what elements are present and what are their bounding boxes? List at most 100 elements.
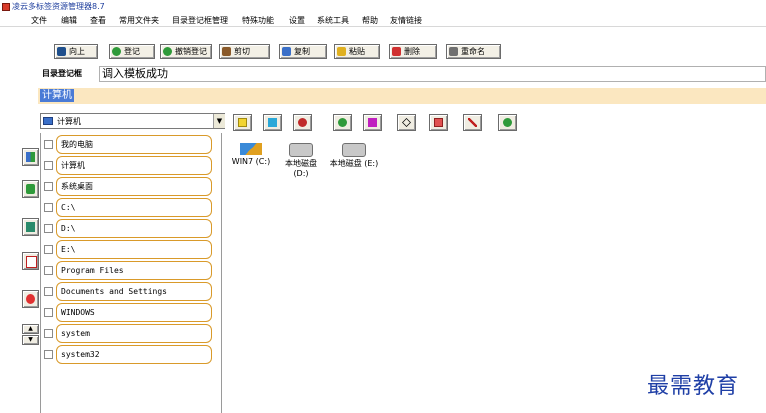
checkbox[interactable] [44,308,53,317]
watermark: 最需教育 [647,374,740,399]
menu-edit[interactable]: 编辑 [61,14,77,27]
checkbox[interactable] [44,140,53,149]
check-icon [338,118,347,127]
menu-bar: 文件 编辑 查看 常用文件夹 目录登记框管理 特殊功能 设置 系统工具 帮助 友… [0,14,766,27]
list-item-label[interactable]: system [56,324,212,343]
list-item[interactable]: WINDOWS [43,303,221,323]
checkbox[interactable] [44,224,53,233]
scissors-icon [222,47,231,56]
drive-item[interactable]: 本地磁盘 (D:) [279,143,323,179]
favorite-button[interactable] [293,114,312,131]
drive-label: 本地磁盘 (E:) [329,159,379,168]
red-stop-icon [26,294,35,304]
drive-item[interactable]: 本地磁盘 (E:) [326,143,382,169]
up-label: 向上 [69,47,85,56]
list-item-label[interactable]: D:\ [56,219,212,238]
diamond-icon [402,118,411,127]
check-button[interactable] [333,114,352,131]
list-item[interactable]: 计算机 [43,156,221,176]
list-item[interactable]: D:\ [43,219,221,239]
list-item[interactable]: system32 [43,345,221,365]
register-icon [112,47,121,56]
checkbox[interactable] [44,266,53,275]
list-item-label[interactable]: Documents and Settings [56,282,212,301]
diamond-button[interactable] [397,114,416,131]
list-item-label[interactable]: WINDOWS [56,303,212,322]
unregister-button[interactable]: 撤销登记 [160,44,212,59]
location-combo[interactable]: 计算机 ▼ [40,113,225,129]
delete-label: 删除 [404,47,420,56]
list-item-label[interactable]: C:\ [56,198,212,217]
list-item-label[interactable]: 计算机 [56,156,212,175]
pin-button[interactable] [22,218,39,236]
list-item-label[interactable]: E:\ [56,240,212,259]
paste-button[interactable]: 粘贴 [334,44,380,59]
menu-links[interactable]: 友情链接 [390,14,422,27]
list-item-label[interactable]: system32 [56,345,212,364]
list-item-label[interactable]: 我的电脑 [56,135,212,154]
chevron-down-icon[interactable]: ▼ [213,114,225,128]
drive-label: WIN7 (C:) [231,157,271,166]
cut-label: 剪切 [234,47,250,56]
checkbox[interactable] [44,350,53,359]
checkbox[interactable] [44,161,53,170]
menu-registry[interactable]: 目录登记框管理 [172,14,228,27]
down-icon: ▼ [28,336,33,343]
copy-button[interactable]: 复制 [279,44,327,59]
app-icon [2,3,10,11]
list-item[interactable]: 我的电脑 [43,135,221,155]
register-label: 登记 [124,47,140,56]
menu-view[interactable]: 查看 [90,14,106,27]
new-folder-button[interactable] [233,114,252,131]
checkbox[interactable] [44,203,53,212]
list-item[interactable]: C:\ [43,198,221,218]
stop-button[interactable] [363,114,382,131]
calendar-button[interactable] [22,252,39,270]
checkbox[interactable] [44,287,53,296]
list-item[interactable]: Program Files [43,261,221,281]
list-item[interactable]: system [43,324,221,344]
menu-favorites[interactable]: 常用文件夹 [119,14,159,27]
line-button[interactable] [463,114,482,131]
registry-band[interactable]: 计算机 [38,88,766,104]
checkbox[interactable] [44,329,53,338]
calendar-icon [26,256,37,268]
menu-settings[interactable]: 设置 [289,14,305,27]
scroll-up-button[interactable]: ▲ [22,324,39,334]
location-value: 计算机 [57,117,81,126]
refresh-button[interactable] [498,114,517,131]
delete-button[interactable]: 删除 [389,44,437,59]
forward-button[interactable] [22,148,39,166]
menu-tools[interactable]: 系统工具 [317,14,349,27]
hard-drive-icon [289,143,313,157]
add-button[interactable] [263,114,282,131]
list-item[interactable]: Documents and Settings [43,282,221,302]
registry-label: 目录登记框 [42,69,82,78]
list-item-label[interactable]: 系统桌面 [56,177,212,196]
menu-special[interactable]: 特殊功能 [242,14,274,27]
phone-button[interactable] [22,180,39,198]
list-item[interactable]: 系统桌面 [43,177,221,197]
menu-file[interactable]: 文件 [31,14,47,27]
checkbox[interactable] [44,245,53,254]
registry-band-selected[interactable]: 计算机 [40,89,74,102]
favorite-icon [298,118,307,127]
hard-drive-icon [342,143,366,157]
stop-strip-button[interactable] [22,290,39,308]
red-square-button[interactable] [429,114,448,131]
list-item[interactable]: E:\ [43,240,221,260]
registry-input[interactable]: 调入模板成功 [99,66,766,82]
cut-button[interactable]: 剪切 [219,44,270,59]
checkbox[interactable] [44,182,53,191]
menu-help[interactable]: 帮助 [362,14,378,27]
register-button[interactable]: 登记 [109,44,155,59]
list-item-label[interactable]: Program Files [56,261,212,280]
drive-item[interactable]: WIN7 (C:) [229,143,273,167]
delete-x-icon [392,47,401,56]
window-title: 凌云多标签资源管理器8.7 [12,2,105,11]
scroll-down-button[interactable]: ▼ [22,335,39,345]
rename-icon [449,47,458,56]
windows-drive-icon [240,143,262,155]
up-button[interactable]: 向上 [54,44,98,59]
rename-button[interactable]: 重命名 [446,44,501,59]
